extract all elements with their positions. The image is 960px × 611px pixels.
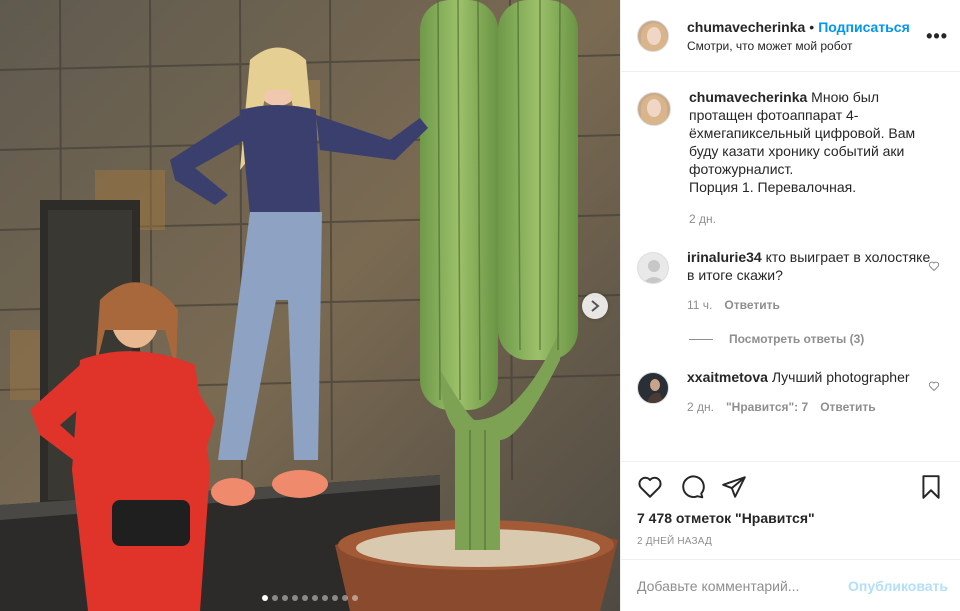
caption-avatar[interactable] xyxy=(637,92,671,126)
separator-dot: • xyxy=(809,18,815,35)
comment-item: irinalurie34 кто выиграет в холостяке в … xyxy=(637,248,944,314)
author-username[interactable]: chumavecherinka xyxy=(687,19,805,35)
reply-button[interactable]: Ответить xyxy=(724,296,779,314)
post-date[interactable]: 2 ДНЕЙ НАЗАД xyxy=(637,536,944,547)
carousel-dot xyxy=(312,595,318,601)
carousel-indicator xyxy=(0,595,620,601)
carousel-dot xyxy=(342,595,348,601)
heart-icon[interactable] xyxy=(637,474,663,500)
comment-time[interactable]: 11 ч. xyxy=(687,296,712,314)
photo-scene xyxy=(0,0,620,611)
comment-text: Лучший photographer xyxy=(767,369,910,385)
post-container: chumavecherinka • Подписаться Смотри, чт… xyxy=(0,0,960,611)
author-avatar[interactable] xyxy=(637,19,669,52)
small-heart-icon[interactable] xyxy=(928,380,940,392)
post-header: chumavecherinka • Подписаться Смотри, чт… xyxy=(621,0,960,72)
caption-time[interactable]: 2 дн. xyxy=(689,210,716,228)
commenter-avatar[interactable] xyxy=(637,252,669,284)
carousel-dot xyxy=(332,595,338,601)
carousel-dot xyxy=(352,595,358,601)
carousel-dot xyxy=(282,595,288,601)
comment-time[interactable]: 2 дн. xyxy=(687,398,714,416)
caption-username[interactable]: chumavecherinka xyxy=(689,89,807,105)
carousel-dot xyxy=(322,595,328,601)
view-replies-line xyxy=(689,338,713,340)
post-side-panel: chumavecherinka • Подписаться Смотри, чт… xyxy=(620,0,960,611)
caption-text-2: Порция 1. Перевалочная. xyxy=(689,179,857,195)
next-photo-button[interactable] xyxy=(582,293,608,319)
carousel-dot xyxy=(272,595,278,601)
commenter-avatar[interactable] xyxy=(637,372,669,404)
chevron-right-icon xyxy=(591,300,600,312)
reply-button[interactable]: Ответить xyxy=(820,398,875,416)
comments-list[interactable]: chumavecherinka Мною был протащен фотоап… xyxy=(621,72,960,461)
small-heart-icon[interactable] xyxy=(928,260,940,272)
view-replies-label: Посмотреть ответы (3) xyxy=(729,332,865,346)
carousel-dot xyxy=(292,595,298,601)
comment-icon[interactable] xyxy=(679,474,705,500)
more-icon[interactable]: ••• xyxy=(926,26,948,47)
caption: chumavecherinka Мною был протащен фотоап… xyxy=(637,88,944,228)
comment-item: xxaitmetova Лучший photographer 2 дн. "Н… xyxy=(637,368,944,416)
follow-button[interactable]: Подписаться xyxy=(818,19,910,35)
post-actions: 7 478 отметок "Нравится" 2 ДНЕЙ НАЗАД xyxy=(621,461,960,559)
view-replies-button[interactable]: Посмотреть ответы (3) xyxy=(689,332,944,346)
likes-count[interactable]: 7 478 отметок "Нравится" xyxy=(637,510,944,526)
carousel-dot xyxy=(262,595,268,601)
carousel-dot xyxy=(302,595,308,601)
add-comment-bar: Опубликовать xyxy=(621,559,960,611)
comment-likes[interactable]: "Нравится": 7 xyxy=(726,398,808,416)
comment-username[interactable]: xxaitmetova xyxy=(687,369,768,385)
publish-button[interactable]: Опубликовать xyxy=(848,578,948,594)
comment-username[interactable]: irinalurie34 xyxy=(687,249,762,265)
post-photo[interactable] xyxy=(0,0,620,611)
share-icon[interactable] xyxy=(721,474,747,500)
bookmark-icon[interactable] xyxy=(918,474,944,500)
comment-input[interactable] xyxy=(637,577,849,594)
post-location[interactable]: Смотри, что может мой робот xyxy=(687,39,910,53)
